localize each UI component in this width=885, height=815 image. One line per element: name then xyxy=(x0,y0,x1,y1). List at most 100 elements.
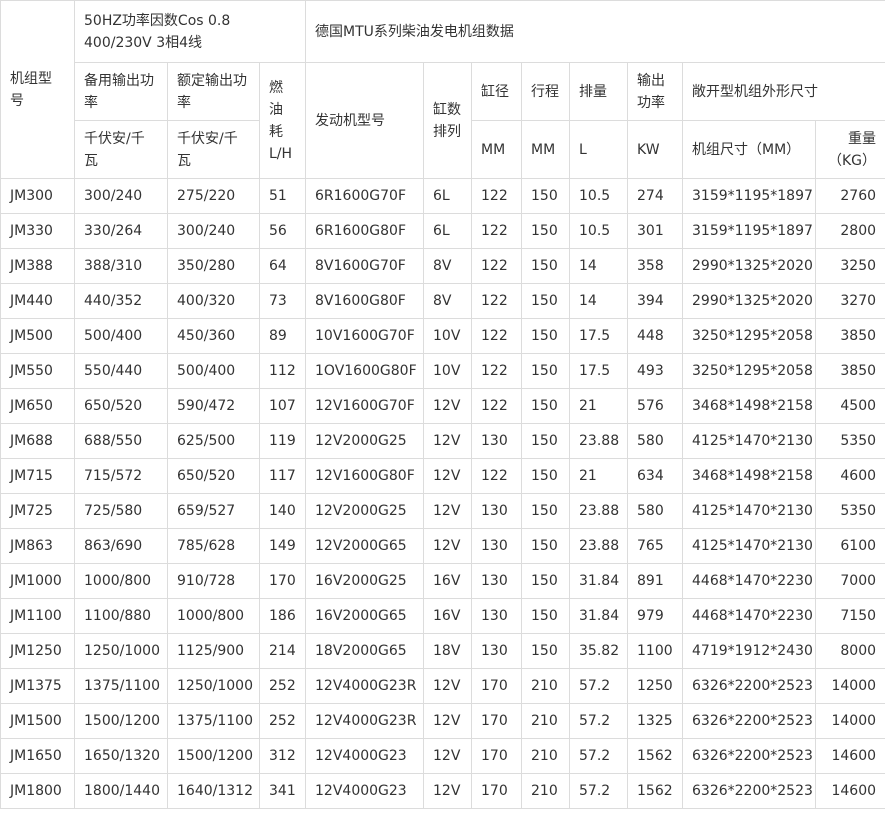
cell-dimensions: 6326*2200*2523 xyxy=(682,703,817,739)
cell-standby-power: 863/690 xyxy=(74,528,168,564)
cell-bore: 130 xyxy=(471,598,523,634)
cell-prime-power: 1000/800 xyxy=(167,598,260,634)
cell-bore: 122 xyxy=(471,283,523,319)
cell-fuel: 107 xyxy=(258,388,307,424)
cell-standby-power: 440/352 xyxy=(74,283,168,319)
cell-weight: 14600 xyxy=(815,773,885,809)
cell-output-kw: 580 xyxy=(627,423,684,459)
cell-standby-power: 1000/800 xyxy=(74,563,168,599)
header-standby-power: 备用输出功率 xyxy=(74,62,168,121)
header-dimensions-mm: 机组尺寸（MM） xyxy=(682,120,817,179)
header-weight-kg: 重量（KG） xyxy=(815,120,885,179)
table-row: JM440 440/352 400/320 73 8V1600G80F 8V 122 150 1… xyxy=(0,283,885,319)
cell-stroke: 150 xyxy=(521,283,571,319)
cell-output-kw: 1325 xyxy=(627,703,684,739)
table-row: JM1650 1650/1320 1500/1200 312 12V4000G23 12V… xyxy=(0,738,885,774)
cell-dimensions: 4125*1470*2130 xyxy=(682,493,817,529)
cell-prime-power: 1125/900 xyxy=(167,633,260,669)
cell-standby-power: 650/520 xyxy=(74,388,168,424)
cell-fuel: 112 xyxy=(258,353,307,389)
cell-bore: 122 xyxy=(471,213,523,249)
header-output-power: 输出功率 xyxy=(627,62,684,121)
cell-prime-power: 625/500 xyxy=(167,423,260,459)
table-row: JM688 688/550 625/500 119 12V2000G25 12V 130 15… xyxy=(0,423,885,459)
cell-cylinders: 12V xyxy=(423,738,473,774)
cell-model: JM1650 xyxy=(0,738,75,774)
cell-fuel: 214 xyxy=(258,633,307,669)
cell-bore: 122 xyxy=(471,388,523,424)
cell-engine-model: 12V4000G23R xyxy=(305,703,425,739)
table-row: JM1100 1100/880 1000/800 186 16V2000G65 16V 13… xyxy=(0,598,885,634)
cell-cylinders: 12V xyxy=(423,493,473,529)
cell-weight: 7000 xyxy=(815,563,885,599)
cell-model: JM1000 xyxy=(0,563,75,599)
cell-bore: 130 xyxy=(471,633,523,669)
cell-bore: 130 xyxy=(471,528,523,564)
cell-engine-model: 12V4000G23 xyxy=(305,738,425,774)
cell-engine-model: 8V1600G70F xyxy=(305,248,425,284)
cell-bore: 170 xyxy=(471,703,523,739)
cell-fuel: 140 xyxy=(258,493,307,529)
cell-output-kw: 979 xyxy=(627,598,684,634)
cell-stroke: 150 xyxy=(521,493,571,529)
cell-fuel: 119 xyxy=(258,423,307,459)
header-unit-mm-stroke: MM xyxy=(521,120,571,179)
table-row: JM863 863/690 785/628 149 12V2000G65 12V 130 15… xyxy=(0,528,885,564)
cell-fuel: 186 xyxy=(258,598,307,634)
cell-dimensions: 4468*1470*2230 xyxy=(682,563,817,599)
cell-stroke: 150 xyxy=(521,213,571,249)
cell-standby-power: 1800/1440 xyxy=(74,773,168,809)
cell-model: JM300 xyxy=(0,178,75,214)
cell-fuel: 64 xyxy=(258,248,307,284)
cell-standby-power: 725/580 xyxy=(74,493,168,529)
table-body: JM300 300/240 275/220 51 6R1600G70F 6L 122 150 1… xyxy=(0,178,885,809)
cell-cylinders: 12V xyxy=(423,668,473,704)
cell-stroke: 210 xyxy=(521,703,571,739)
cell-stroke: 150 xyxy=(521,633,571,669)
cell-cylinders: 10V xyxy=(423,353,473,389)
header-stroke: 行程 xyxy=(521,62,571,121)
cell-displacement: 57.2 xyxy=(569,668,629,704)
table-row: JM725 725/580 659/527 140 12V2000G25 12V 130 15… xyxy=(0,493,885,529)
table-row: JM715 715/572 650/520 117 12V1600G80F 12V 122 1… xyxy=(0,458,885,494)
cell-prime-power: 910/728 xyxy=(167,563,260,599)
cell-dimensions: 3159*1195*1897 xyxy=(682,213,817,249)
cell-cylinders: 12V xyxy=(423,388,473,424)
header-rating-group: 50HZ功率因数Cos 0.8 400/230V 3相4线 xyxy=(73,0,307,63)
table-row: JM550 550/440 500/400 112 1OV1600G80F 10V 122 1… xyxy=(0,353,885,389)
header-fuel-consumption: 燃油耗L/H xyxy=(258,62,307,179)
cell-dimensions: 4468*1470*2230 xyxy=(682,598,817,634)
cell-prime-power: 1250/1000 xyxy=(167,668,260,704)
header-engine-model: 发动机型号 xyxy=(305,62,425,179)
header-mtu-title: 德国MTU系列柴油发电机组数据 xyxy=(305,0,885,63)
cell-bore: 130 xyxy=(471,493,523,529)
cell-bore: 122 xyxy=(471,353,523,389)
cell-engine-model: 12V2000G25 xyxy=(305,493,425,529)
cell-weight: 7150 xyxy=(815,598,885,634)
cell-weight: 3250 xyxy=(815,248,885,284)
cell-displacement: 35.82 xyxy=(569,633,629,669)
cell-weight: 14600 xyxy=(815,738,885,774)
cell-displacement: 57.2 xyxy=(569,738,629,774)
cell-bore: 130 xyxy=(471,563,523,599)
cell-dimensions: 2990*1325*2020 xyxy=(682,283,817,319)
cell-prime-power: 350/280 xyxy=(167,248,260,284)
cell-bore: 170 xyxy=(471,773,523,809)
table-row: JM1375 1375/1100 1250/1000 252 12V4000G23R 12… xyxy=(0,668,885,704)
cell-engine-model: 12V2000G25 xyxy=(305,423,425,459)
cell-fuel: 252 xyxy=(258,703,307,739)
cell-prime-power: 1375/1100 xyxy=(167,703,260,739)
cell-fuel: 89 xyxy=(258,318,307,354)
cell-prime-power: 590/472 xyxy=(167,388,260,424)
cell-bore: 122 xyxy=(471,178,523,214)
cell-fuel: 51 xyxy=(258,178,307,214)
cell-model: JM715 xyxy=(0,458,75,494)
cell-cylinders: 10V xyxy=(423,318,473,354)
cell-model: JM650 xyxy=(0,388,75,424)
cell-dimensions: 3159*1195*1897 xyxy=(682,178,817,214)
table-row: JM650 650/520 590/472 107 12V1600G70F 12V 122 1… xyxy=(0,388,885,424)
cell-cylinders: 16V xyxy=(423,598,473,634)
cell-model: JM500 xyxy=(0,318,75,354)
cell-dimensions: 4719*1912*2430 xyxy=(682,633,817,669)
table-row: JM1800 1800/1440 1640/1312 341 12V4000G23 12V… xyxy=(0,773,885,809)
